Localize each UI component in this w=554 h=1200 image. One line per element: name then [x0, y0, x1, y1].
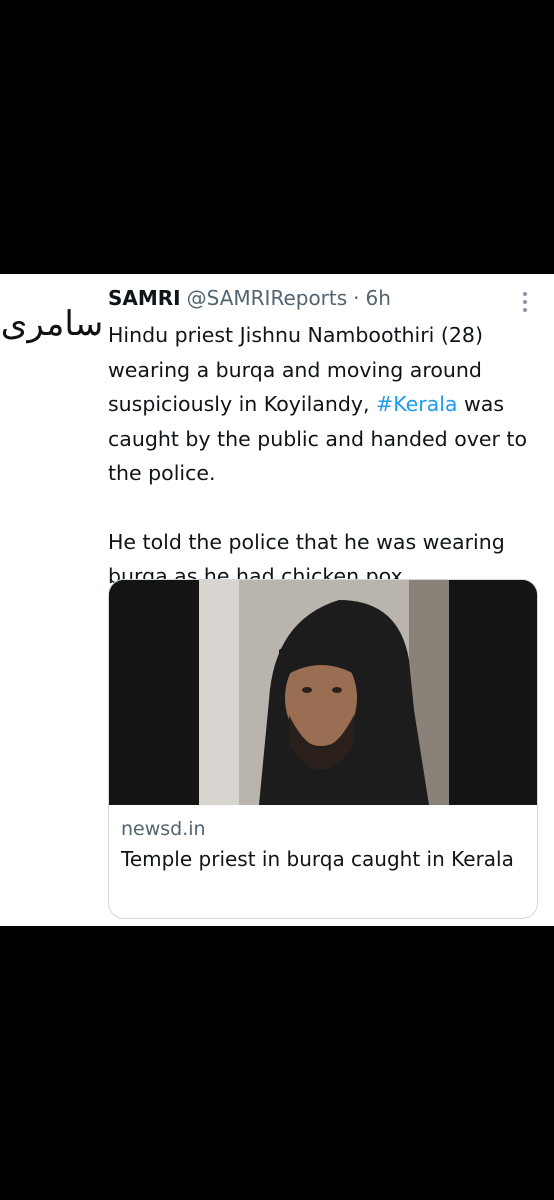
display-name[interactable]: SAMRI: [108, 286, 181, 310]
avatar-logo-text: سامری: [0, 304, 104, 344]
tweet-text: Hindu priest Jishnu Namboothiri (28) wea…: [108, 318, 538, 594]
tweet-card[interactable]: سامری SAMRI @SAMRIReports · 6h Hindu pri…: [0, 274, 554, 926]
more-dots-icon[interactable]: [516, 292, 534, 312]
tweet-header: SAMRI @SAMRIReports · 6h: [108, 286, 391, 316]
link-thumbnail-image: [109, 580, 537, 805]
link-domain: newsd.in: [121, 818, 206, 840]
link-preview-card[interactable]: newsd.in Temple priest in burqa caught i…: [108, 579, 538, 919]
tweet-paragraph-1: Hindu priest Jishnu Namboothiri (28) wea…: [108, 318, 538, 491]
avatar[interactable]: سامری: [1, 298, 103, 350]
link-title: Temple priest in burqa caught in Kerala: [121, 847, 514, 871]
separator-dot: ·: [353, 286, 360, 310]
hashtag-link[interactable]: #Kerala: [376, 392, 457, 416]
handle[interactable]: @SAMRIReports: [187, 286, 348, 310]
timestamp[interactable]: 6h: [366, 286, 391, 310]
